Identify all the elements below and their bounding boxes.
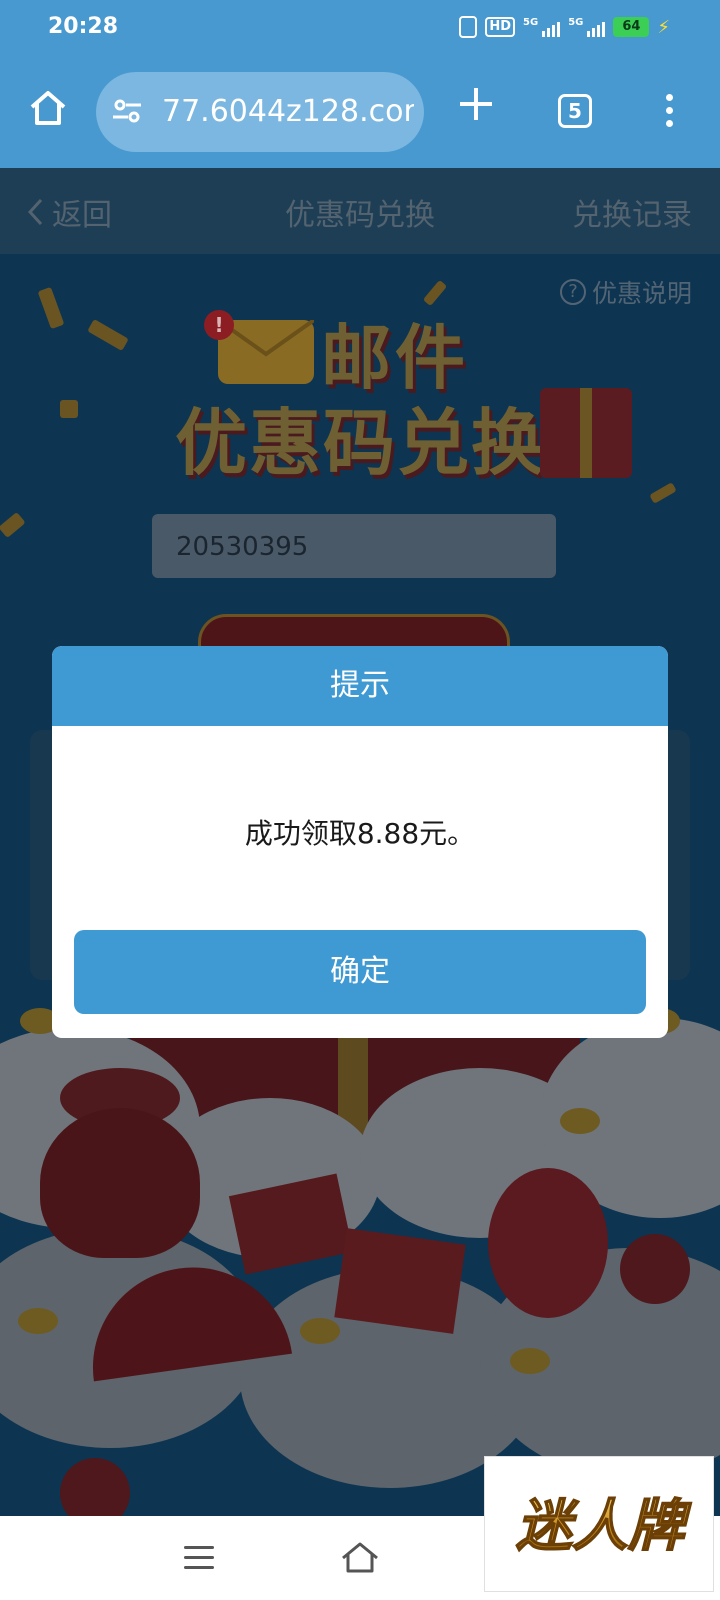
menu-icon[interactable] [184,1546,214,1570]
tabs-icon[interactable]: 5 [558,94,592,128]
nav-home-icon[interactable] [340,1540,380,1574]
browser-toolbar: 77.6044z128.com 5 [0,56,720,168]
home-icon[interactable] [28,88,68,128]
present-image-2 [334,1228,466,1334]
money-bag-image [40,1108,200,1258]
status-icons: HD 5G 5G 64 ⚡ [459,16,670,38]
more-vert-icon[interactable] [664,94,674,130]
lantern-image [488,1168,608,1318]
coupon-code-input[interactable]: 20530395 [152,514,556,578]
gift-box-image [540,388,632,478]
dialog-message: 成功领取8.88元。 [244,817,476,850]
page-header: 返回 优惠码兑换 兑换记录 [0,168,720,254]
status-time: 20:28 [48,14,119,39]
signal-label-2: 5G [568,17,584,28]
hd-badge: HD [485,17,516,37]
battery-indicator: 64 [613,17,650,37]
charging-icon: ⚡ [657,16,670,38]
signal-5g-icon: 5G [523,17,561,37]
url-text[interactable]: 77.6044z128.com [162,94,414,129]
signal-label: 5G [523,17,539,28]
watermark-logo-image: 迷人牌 [515,1493,693,1560]
confirm-button[interactable]: 确定 [74,930,646,1014]
signal-5g-icon-2: 5G [568,17,606,37]
watermark-logo: 迷人牌 [484,1456,714,1592]
tune-icon[interactable] [112,98,142,124]
address-bar[interactable]: 77.6044z128.com [96,72,424,152]
alert-dialog: 提示 成功领取8.88元。 确定 [52,646,668,1038]
dialog-title: 提示 [52,646,668,726]
records-link[interactable]: 兑换记录 [572,190,692,234]
status-bar: 20:28 HD 5G 5G 64 ⚡ [0,0,720,56]
svg-text:迷人牌: 迷人牌 [516,1494,692,1559]
plus-icon[interactable] [458,86,494,122]
vibrate-icon [459,16,478,38]
